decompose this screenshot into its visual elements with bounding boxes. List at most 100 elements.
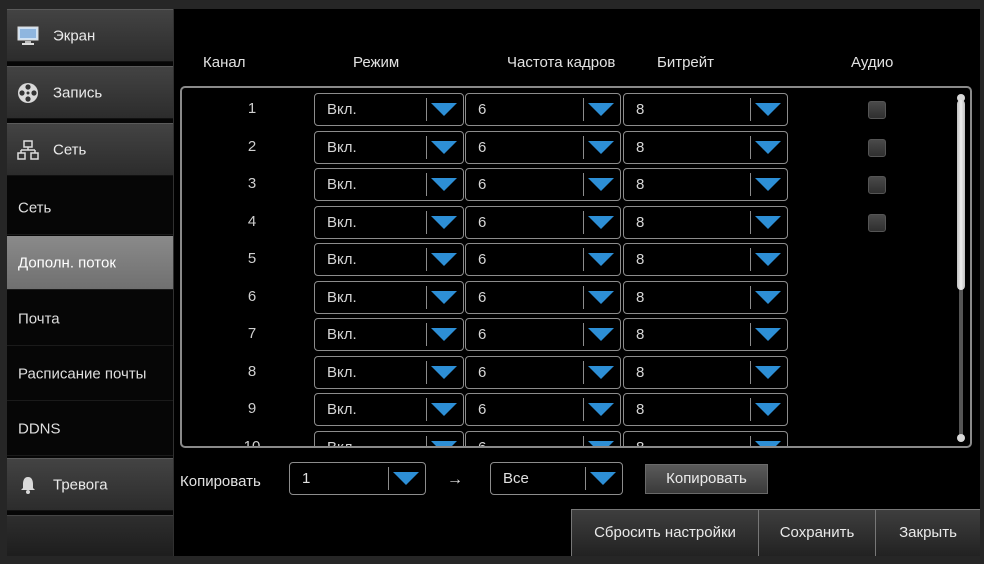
- chevron-down-icon: [431, 103, 457, 116]
- mode-value: Вкл.: [327, 213, 357, 231]
- sidebar-item-substream[interactable]: Дополн. поток: [7, 236, 173, 290]
- chevron-down-icon: [755, 328, 781, 341]
- arrow-right-icon: →: [447, 471, 463, 488]
- framerate-value: 6: [478, 138, 487, 156]
- framerate-select[interactable]: 6: [465, 168, 621, 201]
- mode-select[interactable]: Вкл.: [314, 393, 464, 426]
- bitrate-select[interactable]: 8: [623, 130, 788, 164]
- select-separator: [750, 360, 751, 384]
- framerate-select[interactable]: 6: [465, 430, 621, 446]
- framerate-select[interactable]: 6: [465, 205, 621, 239]
- select-separator: [388, 467, 389, 490]
- chevron-down-icon: [431, 365, 457, 379]
- chevron-down-icon: [431, 403, 457, 416]
- bitrate-select[interactable]: 8: [623, 430, 788, 446]
- column-header-mode: Режим: [353, 54, 400, 71]
- chevron-down-icon: [755, 178, 781, 191]
- mode-value: Вкл.: [327, 438, 357, 448]
- sidebar-category-label: Сеть: [53, 141, 87, 158]
- chevron-down-icon: [755, 290, 781, 304]
- vertical-scrollbar[interactable]: [956, 94, 966, 442]
- mode-select[interactable]: Вкл.: [314, 243, 464, 276]
- sidebar-item-email[interactable]: Почта: [7, 292, 173, 346]
- mode-select[interactable]: Вкл.: [314, 93, 464, 126]
- chevron-down-icon: [588, 178, 614, 191]
- mode-select[interactable]: Вкл.: [314, 130, 464, 164]
- bitrate-value: 8: [636, 363, 645, 381]
- sidebar-category-alarm[interactable]: Тревога: [7, 458, 173, 511]
- mode-select[interactable]: Вкл.: [314, 318, 464, 351]
- close-button[interactable]: Закрыть: [875, 509, 980, 556]
- select-separator: [583, 435, 584, 446]
- column-header-bitrate: Битрейт: [657, 54, 715, 71]
- copy-to-value: Все: [503, 470, 529, 487]
- mode-select[interactable]: Вкл.: [314, 280, 464, 314]
- framerate-select[interactable]: 6: [465, 318, 621, 351]
- chevron-down-icon: [431, 178, 457, 191]
- save-button[interactable]: Сохранить: [758, 509, 875, 556]
- channel-table: 1 Вкл. 6 8 2 Вкл. 6 8 3 Вкл. 6 8 4 Вкл. 6 8 5 Вкл. 6 8 6 Вкл.…: [180, 86, 972, 448]
- alarm-bell-icon: [17, 474, 39, 496]
- copy-to-select[interactable]: Все: [490, 462, 623, 495]
- mode-select[interactable]: Вкл.: [314, 168, 464, 201]
- copy-button[interactable]: Копировать: [645, 464, 768, 494]
- chevron-down-icon: [588, 403, 614, 416]
- sidebar-category-label: Тревога: [53, 476, 108, 493]
- select-separator: [426, 323, 427, 346]
- select-separator: [750, 98, 751, 121]
- sidebar-category-screen[interactable]: Экран: [7, 9, 173, 62]
- framerate-select[interactable]: 6: [465, 93, 621, 126]
- mode-select[interactable]: Вкл.: [314, 355, 464, 389]
- audio-checkbox[interactable]: [868, 213, 886, 232]
- framerate-select[interactable]: 6: [465, 280, 621, 314]
- sidebar-category-record[interactable]: Запись: [7, 66, 173, 119]
- mode-select[interactable]: Вкл.: [314, 430, 464, 448]
- sidebar-category-network[interactable]: Сеть: [7, 123, 173, 176]
- audio-checkbox[interactable]: [868, 138, 886, 157]
- chevron-down-icon: [431, 328, 457, 341]
- sidebar-item-ddns[interactable]: DDNS: [7, 402, 173, 456]
- bitrate-select[interactable]: 8: [623, 318, 788, 351]
- sidebar-item-email-schedule[interactable]: Расписание почты: [7, 347, 173, 401]
- chevron-down-icon: [755, 365, 781, 379]
- table-row: 9 Вкл. 6 8: [182, 392, 970, 429]
- framerate-value: 6: [478, 363, 487, 381]
- chevron-down-icon: [393, 472, 419, 485]
- copy-from-select[interactable]: 1: [289, 462, 426, 495]
- reset-defaults-button[interactable]: Сбросить настройки: [571, 509, 758, 556]
- framerate-select[interactable]: 6: [465, 130, 621, 164]
- chevron-down-icon: [588, 215, 614, 229]
- framerate-select[interactable]: 6: [465, 243, 621, 276]
- sidebar-divider: [173, 9, 174, 556]
- table-row: 3 Вкл. 6 8: [182, 167, 970, 204]
- bitrate-select[interactable]: 8: [623, 355, 788, 389]
- mode-select[interactable]: Вкл.: [314, 205, 464, 239]
- bitrate-select[interactable]: 8: [623, 93, 788, 126]
- bitrate-select[interactable]: 8: [623, 168, 788, 201]
- sidebar-item-network[interactable]: Сеть: [7, 181, 173, 235]
- chevron-down-icon: [431, 440, 457, 446]
- select-separator: [750, 248, 751, 271]
- select-separator: [583, 285, 584, 309]
- select-separator: [750, 285, 751, 309]
- audio-checkbox[interactable]: [868, 176, 886, 194]
- scrollbar-thumb[interactable]: [957, 100, 965, 290]
- channel-number: 4: [247, 212, 257, 230]
- chevron-down-icon: [755, 140, 781, 154]
- channel-number: 9: [247, 400, 257, 417]
- bitrate-value: 8: [636, 251, 645, 268]
- bitrate-value: 8: [636, 288, 645, 306]
- sidebar-item-label: DDNS: [18, 420, 61, 437]
- select-separator: [583, 248, 584, 271]
- chevron-down-icon: [588, 253, 614, 266]
- audio-checkbox[interactable]: [868, 101, 886, 119]
- bitrate-select[interactable]: 8: [623, 205, 788, 239]
- bitrate-select[interactable]: 8: [623, 393, 788, 426]
- bitrate-value: 8: [636, 138, 645, 156]
- select-separator: [750, 398, 751, 421]
- bitrate-select[interactable]: 8: [623, 280, 788, 314]
- bitrate-select[interactable]: 8: [623, 243, 788, 276]
- select-separator: [583, 135, 584, 159]
- framerate-select[interactable]: 6: [465, 355, 621, 389]
- framerate-select[interactable]: 6: [465, 393, 621, 426]
